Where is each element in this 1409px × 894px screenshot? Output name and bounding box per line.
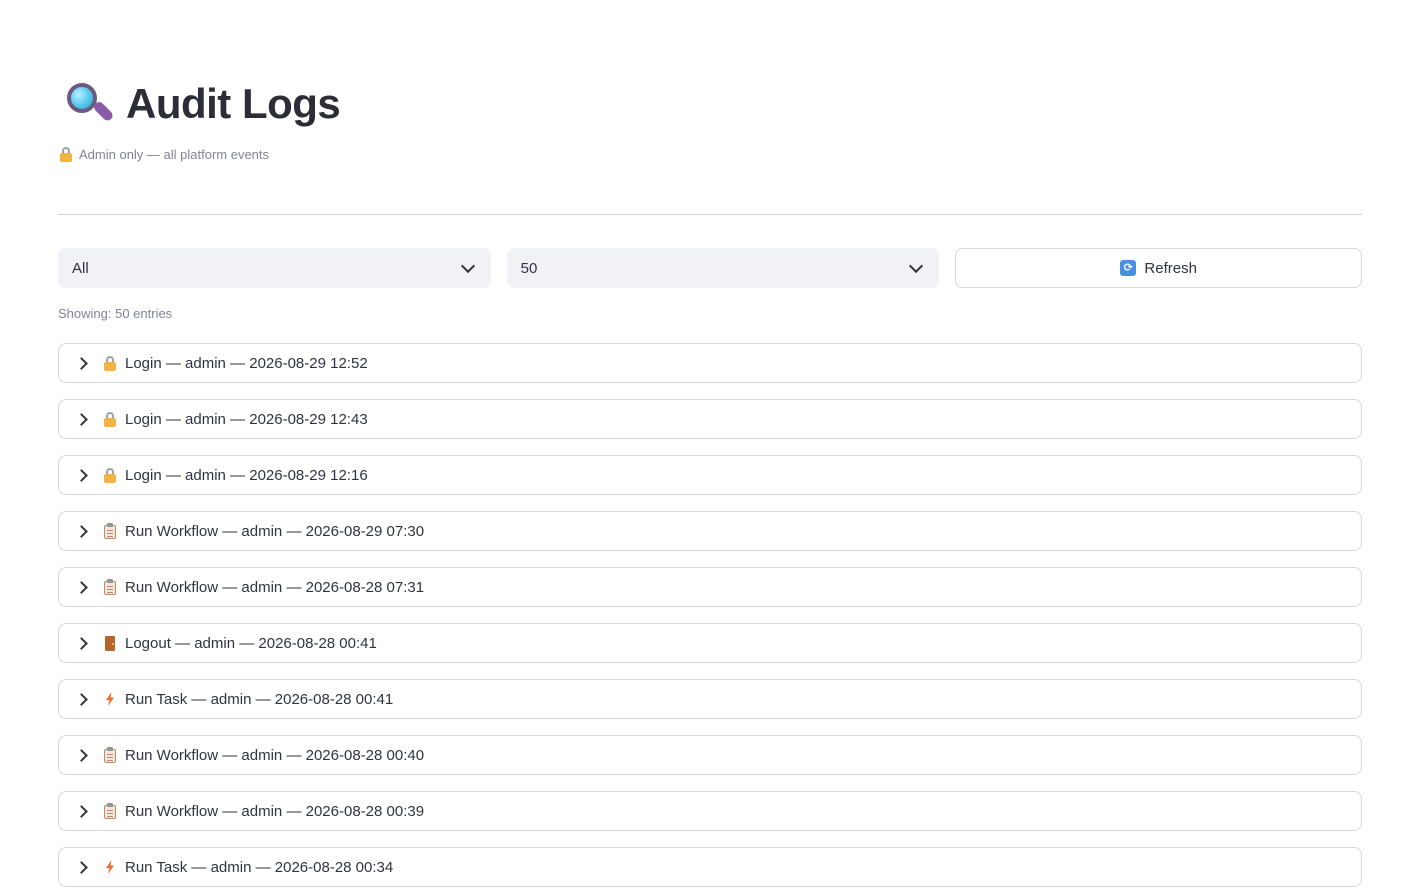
log-entry-expander[interactable]: Run Workflow — admin — 2026-08-28 07:31: [58, 567, 1362, 607]
log-entry-label: Run Workflow — admin — 2026-08-28 00:40: [125, 746, 425, 764]
log-entry-label: Logout — admin — 2026-08-28 00:41: [125, 634, 377, 652]
lock-icon: [102, 467, 118, 483]
title-row: Audit Logs: [64, 76, 341, 132]
chevron-right-icon: [75, 804, 88, 818]
filter-controls: All 50 ⟳ Refresh: [58, 248, 1363, 288]
chevron-down-icon: [460, 258, 475, 274]
showing-count: Showing: 50 entries: [58, 306, 173, 321]
log-entry-label: Run Task — admin — 2026-08-28 00:34: [125, 858, 394, 876]
refresh-button[interactable]: ⟳ Refresh: [955, 248, 1363, 288]
lightning-bolt-icon: [102, 859, 118, 875]
log-entry-expander[interactable]: Run Workflow — admin — 2026-08-28 00:39: [58, 791, 1362, 831]
chevron-right-icon: [75, 636, 88, 650]
limit-select-value: 50: [520, 259, 538, 277]
limit-select[interactable]: 50: [506, 248, 940, 288]
log-entry-expander[interactable]: Run Task — admin — 2026-08-28 00:41: [58, 679, 1362, 719]
chevron-right-icon: [75, 524, 88, 538]
chevron-right-icon: [75, 468, 88, 482]
log-entry-expander[interactable]: Login — admin — 2026-08-29 12:16: [58, 455, 1362, 495]
log-entry-expander[interactable]: Login — admin — 2026-08-29 12:52: [58, 343, 1362, 383]
log-entry-label: Login — admin — 2026-08-29 12:52: [125, 354, 368, 372]
audit-logs-page: Audit Logs Admin only — all platform eve…: [0, 0, 1409, 894]
clipboard-icon: [102, 747, 118, 763]
chevron-right-icon: [75, 356, 88, 370]
chevron-right-icon: [75, 692, 88, 706]
refresh-button-label: Refresh: [1144, 259, 1197, 277]
log-entry-expander[interactable]: Logout — admin — 2026-08-28 00:41: [58, 623, 1362, 663]
log-list: Login — admin — 2026-08-29 12:52 Login — …: [58, 343, 1362, 894]
refresh-icon: ⟳: [1120, 260, 1137, 276]
log-entry-expander[interactable]: Login — admin — 2026-08-29 12:43: [58, 399, 1362, 439]
log-entry-label: Login — admin — 2026-08-29 12:16: [125, 466, 368, 484]
chevron-right-icon: [75, 412, 88, 426]
chevron-right-icon: [75, 748, 88, 762]
door-icon: [102, 635, 118, 651]
lock-icon: [59, 146, 73, 162]
magnifying-glass-icon: [64, 80, 115, 128]
lock-icon: [102, 355, 118, 371]
chevron-right-icon: [75, 580, 88, 594]
lightning-bolt-icon: [102, 691, 118, 707]
event-type-select[interactable]: All: [58, 248, 491, 288]
divider: [58, 214, 1362, 215]
clipboard-icon: [102, 803, 118, 819]
event-type-select-value: All: [72, 259, 89, 277]
caption-text: Admin only — all platform events: [79, 146, 270, 162]
chevron-right-icon: [75, 860, 88, 874]
page-caption: Admin only — all platform events: [59, 146, 269, 162]
chevron-down-icon: [909, 258, 924, 274]
clipboard-icon: [102, 523, 118, 539]
page-title: Audit Logs: [126, 80, 341, 127]
lock-icon: [102, 411, 118, 427]
log-entry-expander[interactable]: Run Workflow — admin — 2026-08-29 07:30: [58, 511, 1362, 551]
log-entry-label: Login — admin — 2026-08-29 12:43: [125, 410, 368, 428]
clipboard-icon: [102, 579, 118, 595]
log-entry-label: Run Workflow — admin — 2026-08-28 07:31: [125, 578, 425, 596]
log-entry-expander[interactable]: Run Task — admin — 2026-08-28 00:34: [58, 847, 1362, 887]
log-entry-expander[interactable]: Run Workflow — admin — 2026-08-28 00:40: [58, 735, 1362, 775]
log-entry-label: Run Task — admin — 2026-08-28 00:41: [125, 690, 394, 708]
log-entry-label: Run Workflow — admin — 2026-08-28 00:39: [125, 802, 425, 820]
log-entry-label: Run Workflow — admin — 2026-08-29 07:30: [125, 522, 425, 540]
